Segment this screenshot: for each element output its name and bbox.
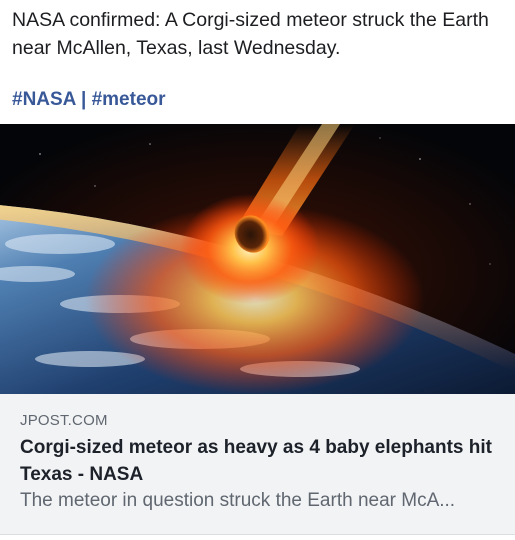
link-headline[interactable]: Corgi-sized meteor as heavy as 4 baby el… <box>20 434 500 488</box>
post-bottom-edge <box>0 535 515 540</box>
link-description: The meteor in question struck the Earth … <box>20 490 456 511</box>
link-preview-card[interactable]: JPOST.COM Corgi-sized meteor as heavy as… <box>0 124 515 535</box>
post-text: NASA confirmed: A Corgi-sized meteor str… <box>12 9 489 59</box>
meteor-earth-illustration <box>0 124 515 394</box>
hashtag-separator: | <box>80 89 87 110</box>
hashtag-meteor-link[interactable]: #meteor <box>92 89 166 110</box>
hashtag-nasa-link[interactable]: #NASA <box>12 89 76 110</box>
link-info-panel[interactable]: JPOST.COM Corgi-sized meteor as heavy as… <box>0 394 515 535</box>
link-domain: JPOST.COM <box>20 412 108 429</box>
meteor-earth-image[interactable] <box>0 124 515 394</box>
hashtag-row: #NASA | #meteor <box>12 87 166 113</box>
facebook-post: NASA confirmed: A Corgi-sized meteor str… <box>0 0 515 540</box>
